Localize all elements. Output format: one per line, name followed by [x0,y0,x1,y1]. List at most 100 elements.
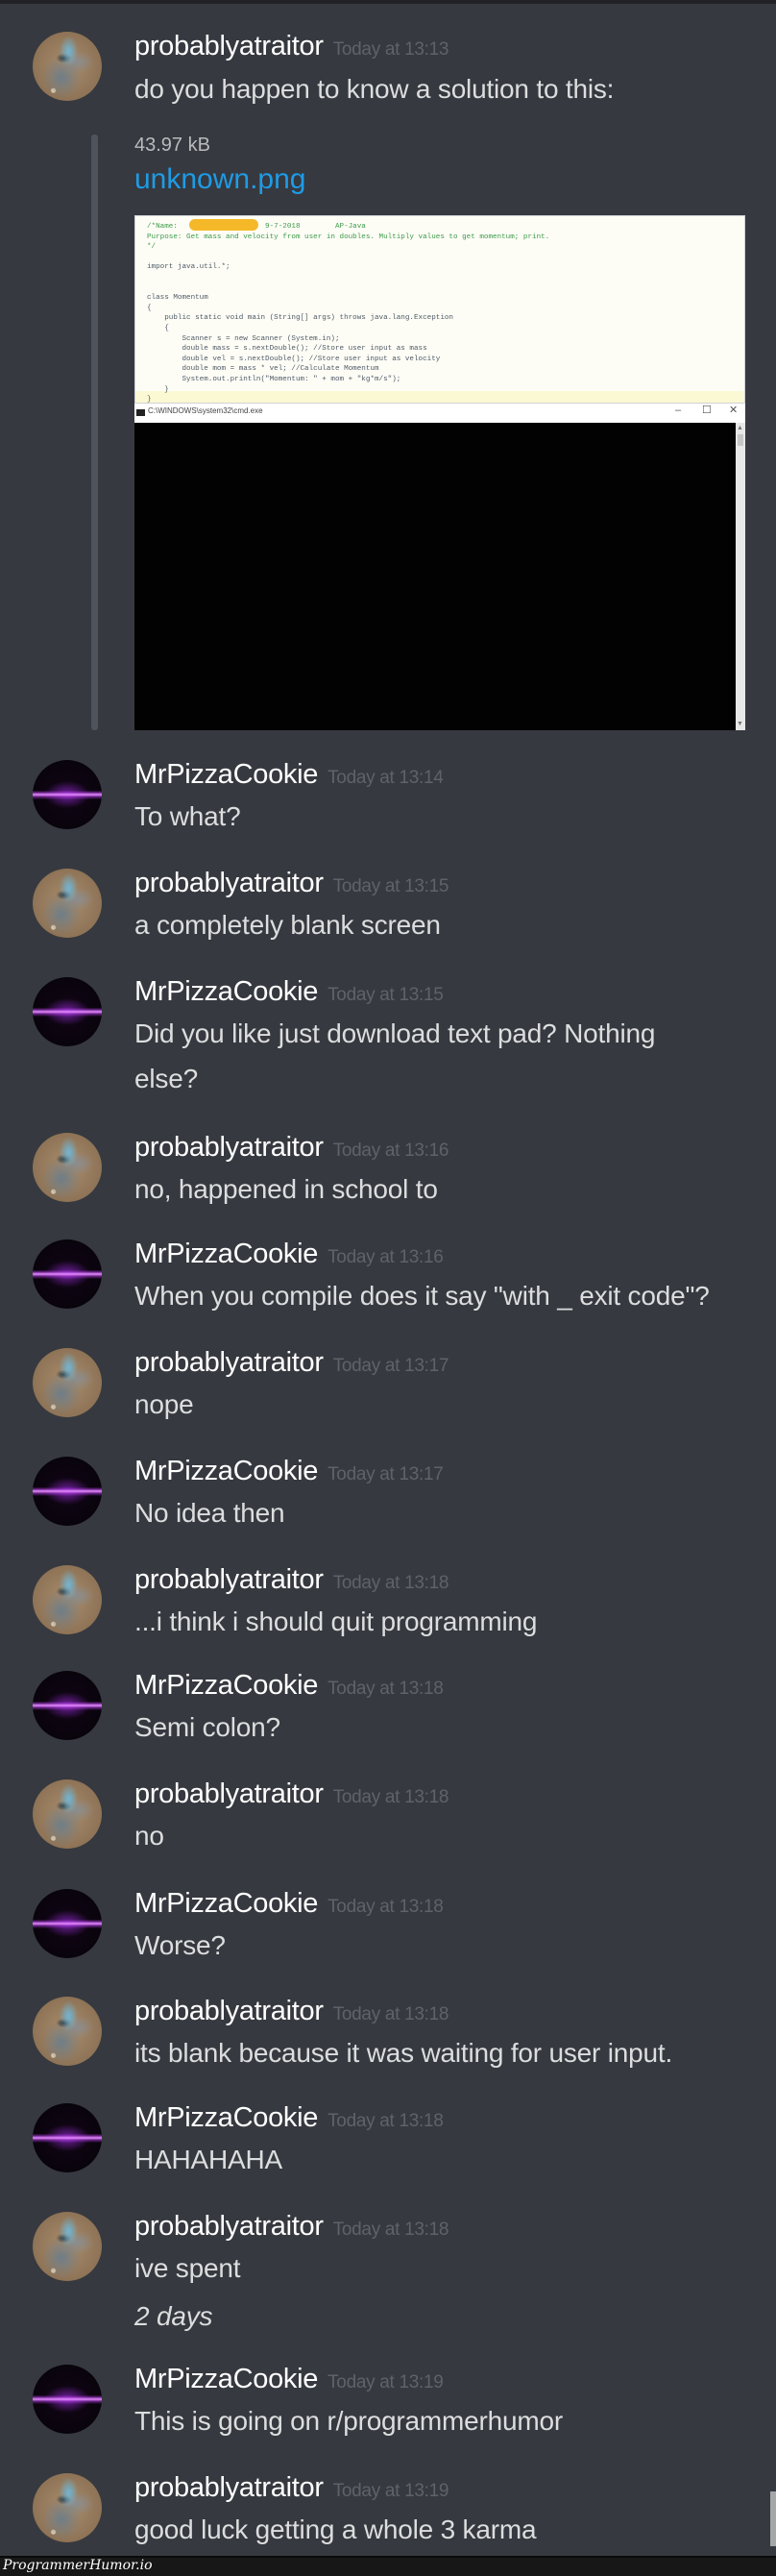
username[interactable]: probablyatraitor [134,2472,324,2503]
chat-log[interactable]: probablyatraitor Today at 13:13 do you ha… [0,0,776,2546]
close-icon: ✕ [729,405,739,416]
code-line: */ [147,243,157,252]
attachment-size: 43.97 kB [134,135,210,156]
cmd-icon [136,409,145,416]
avatar[interactable] [33,2212,102,2281]
message-text: ...i think i should quit programming [134,1607,538,1636]
minimize-icon: – [675,405,682,416]
avatar[interactable] [33,1133,102,1202]
username[interactable]: MrPizzaCookie [134,976,318,1007]
scroll-up-icon: ▲ [737,425,743,431]
avatar[interactable] [33,1671,102,1740]
avatar[interactable] [33,1239,102,1309]
avatar[interactable] [33,760,102,829]
timestamp: Today at 13:18 [327,1897,444,1917]
timestamp: Today at 13:15 [327,985,444,1005]
chat-scrollbar-thumb[interactable] [770,2491,776,2546]
timestamp: Today at 13:18 [332,1573,449,1593]
username[interactable]: MrPizzaCookie [134,1456,318,1486]
username[interactable]: MrPizzaCookie [134,1239,318,1269]
terminal-scrollbar: ▲ ▼ [736,423,745,730]
timestamp: Today at 13:19 [332,2481,449,2501]
username[interactable]: probablyatraitor [134,1347,324,1378]
timestamp: Today at 13:15 [332,876,449,896]
avatar[interactable] [33,2365,102,2434]
avatar[interactable] [33,869,102,938]
redaction-mark [189,219,258,231]
avatar[interactable] [33,1457,102,1526]
avatar[interactable] [33,1779,102,1849]
terminal-titlebar: C:\WINDOWS\system32\cmd.exe – ☐ ✕ [134,404,745,424]
timestamp: Today at 13:18 [332,2004,449,2024]
code-line: double mom = mass * vel; //Calculate Mom… [147,365,379,374]
timestamp: Today at 13:18 [332,1787,449,1807]
code-editor-screenshot: /*Name: 9-7-2018 AP-Java Purpose: Get mas… [134,215,745,404]
timestamp: Today at 13:13 [332,39,449,60]
maximize-icon: ☐ [702,405,712,416]
avatar[interactable] [33,977,102,1046]
message-text: When you compile does it say "with _ exi… [134,1281,710,1311]
avatar[interactable] [33,2103,102,2172]
message-text: No idea then [134,1498,285,1528]
username[interactable]: probablyatraitor [134,31,324,61]
message-text: its blank because it was waiting for use… [134,2038,673,2068]
code-line: { [147,304,152,312]
username[interactable]: MrPizzaCookie [134,1670,318,1701]
message-text: HAHAHAHA [134,2145,282,2174]
code-line: public static void main (String[] args) … [147,314,453,323]
avatar[interactable] [33,1997,102,2066]
avatar[interactable] [33,2473,102,2542]
username[interactable]: probablyatraitor [134,1996,324,2026]
attachment-filename-link[interactable]: unknown.png [134,165,305,194]
terminal-title: C:\WINDOWS\system32\cmd.exe [148,406,263,415]
message-text: This is going on r/programmerhumor [134,2406,564,2436]
timestamp: Today at 13:14 [327,768,444,788]
avatar[interactable] [33,1889,102,1958]
code-line: } [147,396,152,404]
code-line: double mass = s.nextDouble(); //Store us… [147,345,427,354]
username[interactable]: MrPizzaCookie [134,1888,318,1919]
attachment-accent-bar [91,135,98,730]
username[interactable]: probablyatraitor [134,1779,324,1809]
terminal-output-blank [134,423,736,730]
username[interactable]: probablyatraitor [134,868,324,898]
username[interactable]: MrPizzaCookie [134,759,318,790]
code-line: { [147,324,169,332]
username[interactable]: probablyatraitor [134,1132,324,1163]
message-text: no [134,1821,164,1851]
username[interactable]: MrPizzaCookie [134,2102,318,2133]
timestamp: Today at 13:16 [332,1141,449,1161]
watermark-text: ProgrammerHumor.io [3,2558,153,2573]
scroll-down-icon: ▼ [737,721,743,727]
message-text: To what? [134,801,241,831]
timestamp: Today at 13:16 [327,1247,444,1267]
message-text: no, happened in school to [134,1174,438,1204]
timestamp: Today at 13:18 [332,2220,449,2240]
username[interactable]: probablyatraitor [134,2211,324,2242]
message-text-followup: 2 days [134,2301,213,2331]
code-line: } [147,385,169,394]
code-line: System.out.println("Momentum: " + mom + … [147,375,401,383]
code-line: Scanner s = new Scanner (System.in); [147,334,340,343]
watermark-bar: ProgrammerHumor.io [0,2556,776,2576]
avatar[interactable] [33,32,102,101]
attachment-image[interactable]: /*Name: 9-7-2018 AP-Java Purpose: Get mas… [134,215,745,730]
message-text: else? [134,1064,198,1093]
avatar[interactable] [33,1348,102,1417]
message-text: Did you like just download text pad? Not… [134,1018,656,1048]
message-text: nope [134,1389,194,1419]
message-text: do you happen to know a solution to this… [134,74,615,104]
message-text: ive spent [134,2253,241,2283]
avatar[interactable] [33,1565,102,1634]
username[interactable]: MrPizzaCookie [134,2364,318,2394]
timestamp: Today at 13:18 [327,1679,444,1699]
message-text: good luck getting a whole 3 karma [134,2515,537,2544]
terminal-scroll-thumb [738,434,743,446]
username[interactable]: probablyatraitor [134,1564,324,1595]
message-text: a completely blank screen [134,910,441,940]
timestamp: Today at 13:19 [327,2372,444,2392]
timestamp: Today at 13:18 [327,2111,444,2131]
